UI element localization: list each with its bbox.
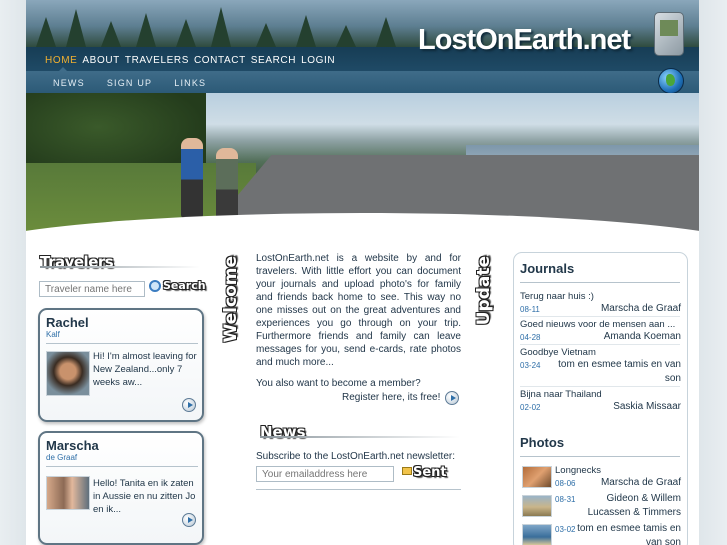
nav-active-caret xyxy=(58,67,68,72)
photos-heading: Photos xyxy=(520,435,565,450)
welcome-heading: Welcome xyxy=(221,256,241,343)
globe-icon[interactable] xyxy=(658,68,684,93)
journal-author[interactable]: Marscha de Graaf xyxy=(556,302,681,316)
traveler-card[interactable]: Rachel Kalf Hi! I'm almost leaving for N… xyxy=(38,308,204,422)
page-margin-right xyxy=(699,0,727,545)
read-more-arrow-icon[interactable] xyxy=(182,398,196,412)
journal-date: 03-24 xyxy=(520,361,541,370)
journal-author[interactable]: tom en esmee tamis en van son xyxy=(556,358,681,386)
photo-author[interactable]: tom en esmee tamis en van son xyxy=(571,522,681,545)
envelope-icon xyxy=(402,467,412,475)
register-link[interactable]: Register here, its free! xyxy=(342,392,440,403)
nav-about[interactable]: ABOUT xyxy=(82,55,119,66)
photo-thumbnail[interactable] xyxy=(522,495,552,517)
journal-title[interactable]: Goodbye Vietnam xyxy=(520,347,596,358)
photo-author[interactable]: Gideon & Willem Lucassen & Timmers xyxy=(571,492,681,520)
hero-photo xyxy=(26,93,699,235)
pda-device-icon xyxy=(654,12,684,56)
nav-home[interactable]: HOME xyxy=(45,55,77,66)
nav-contact[interactable]: CONTACT xyxy=(194,55,246,66)
divider xyxy=(520,316,680,317)
nav-travelers[interactable]: TRAVELERS xyxy=(125,55,189,66)
page: HOME ABOUT TRAVELERS CONTACT SEARCH LOGI… xyxy=(26,0,699,545)
traveler-card[interactable]: Marscha de Graaf Hello! Tanita en ik zat… xyxy=(38,431,204,545)
subnav-links[interactable]: LINKS xyxy=(174,78,206,88)
traveler-search-input[interactable] xyxy=(39,281,145,297)
journal-author[interactable]: Saskia Missaar xyxy=(556,400,681,414)
intro-text: LostOnEarth.net is a website by and for … xyxy=(256,253,461,368)
journal-title[interactable]: Bijna naar Thailand xyxy=(520,389,602,400)
site-logo[interactable]: LostOnEarth.net xyxy=(418,24,631,57)
traveler-avatar[interactable] xyxy=(46,351,90,396)
divider xyxy=(46,343,198,344)
traveler-search-button[interactable]: Search xyxy=(149,279,206,292)
divider xyxy=(520,386,680,387)
travelers-heading: Travelers xyxy=(40,253,114,271)
divider xyxy=(40,266,200,268)
journal-date: 08-11 xyxy=(520,305,540,314)
traveler-avatar[interactable] xyxy=(46,476,90,510)
traveler-surname: Kalf xyxy=(46,330,60,339)
news-heading: News xyxy=(260,423,306,441)
site-header: HOME ABOUT TRAVELERS CONTACT SEARCH LOGI… xyxy=(26,0,699,93)
page-margin-left xyxy=(0,0,26,545)
subnav-news[interactable]: NEWS xyxy=(53,78,85,88)
journal-date: 02-02 xyxy=(520,403,541,412)
search-icon xyxy=(149,279,161,292)
search-button-label: Search xyxy=(163,279,206,292)
update-heading: Update xyxy=(474,256,494,326)
divider xyxy=(520,344,680,345)
journal-title[interactable]: Goed nieuws voor de mensen aan ... xyxy=(520,319,675,330)
divider xyxy=(520,282,680,283)
traveler-name[interactable]: Rachel xyxy=(46,315,89,330)
journal-title[interactable]: Terug naar huis :) xyxy=(520,291,594,302)
member-question: You also want to become a member? xyxy=(256,378,421,389)
subnav-sign-up[interactable]: SIGN UP xyxy=(107,78,152,88)
sub-nav: NEWS SIGN UP LINKS xyxy=(53,78,206,88)
send-button-label: Sent xyxy=(413,465,447,480)
photo-title[interactable]: Longnecks xyxy=(555,465,601,476)
nav-search[interactable]: SEARCH xyxy=(251,55,296,66)
divider xyxy=(260,436,460,438)
traveler-name[interactable]: Marscha xyxy=(46,438,99,453)
traveler-surname: de Graaf xyxy=(46,453,78,462)
traveler-message: Hi! I'm almost leaving for New Zealand..… xyxy=(93,351,197,388)
register-arrow-icon[interactable] xyxy=(445,391,459,405)
logo-text: LostOnEarth.net xyxy=(418,24,631,56)
photo-thumbnail[interactable] xyxy=(522,466,552,488)
photo-thumbnail[interactable] xyxy=(522,524,552,545)
journal-author[interactable]: Amanda Koeman xyxy=(556,330,681,344)
journal-date: 04-28 xyxy=(520,333,541,342)
read-more-arrow-icon[interactable] xyxy=(182,513,196,527)
photo-author[interactable]: Marscha de Graaf xyxy=(571,476,681,490)
nav-login[interactable]: LOGIN xyxy=(301,55,335,66)
main-nav: HOME ABOUT TRAVELERS CONTACT SEARCH LOGI… xyxy=(45,55,335,66)
divider xyxy=(256,489,461,490)
journals-heading: Journals xyxy=(520,261,575,276)
register-link-label: Register here, its free! xyxy=(342,392,441,403)
newsletter-email-input[interactable] xyxy=(256,466,394,482)
newsletter-text: Subscribe to the LostOnEarth.net newslet… xyxy=(256,451,455,462)
traveler-person xyxy=(181,138,203,218)
divider xyxy=(46,466,198,467)
newsletter-send-button[interactable]: Sent xyxy=(402,464,447,480)
traveler-message: Hello! Tanita en ik zaten in Aussie en n… xyxy=(93,478,196,515)
divider xyxy=(520,456,680,457)
